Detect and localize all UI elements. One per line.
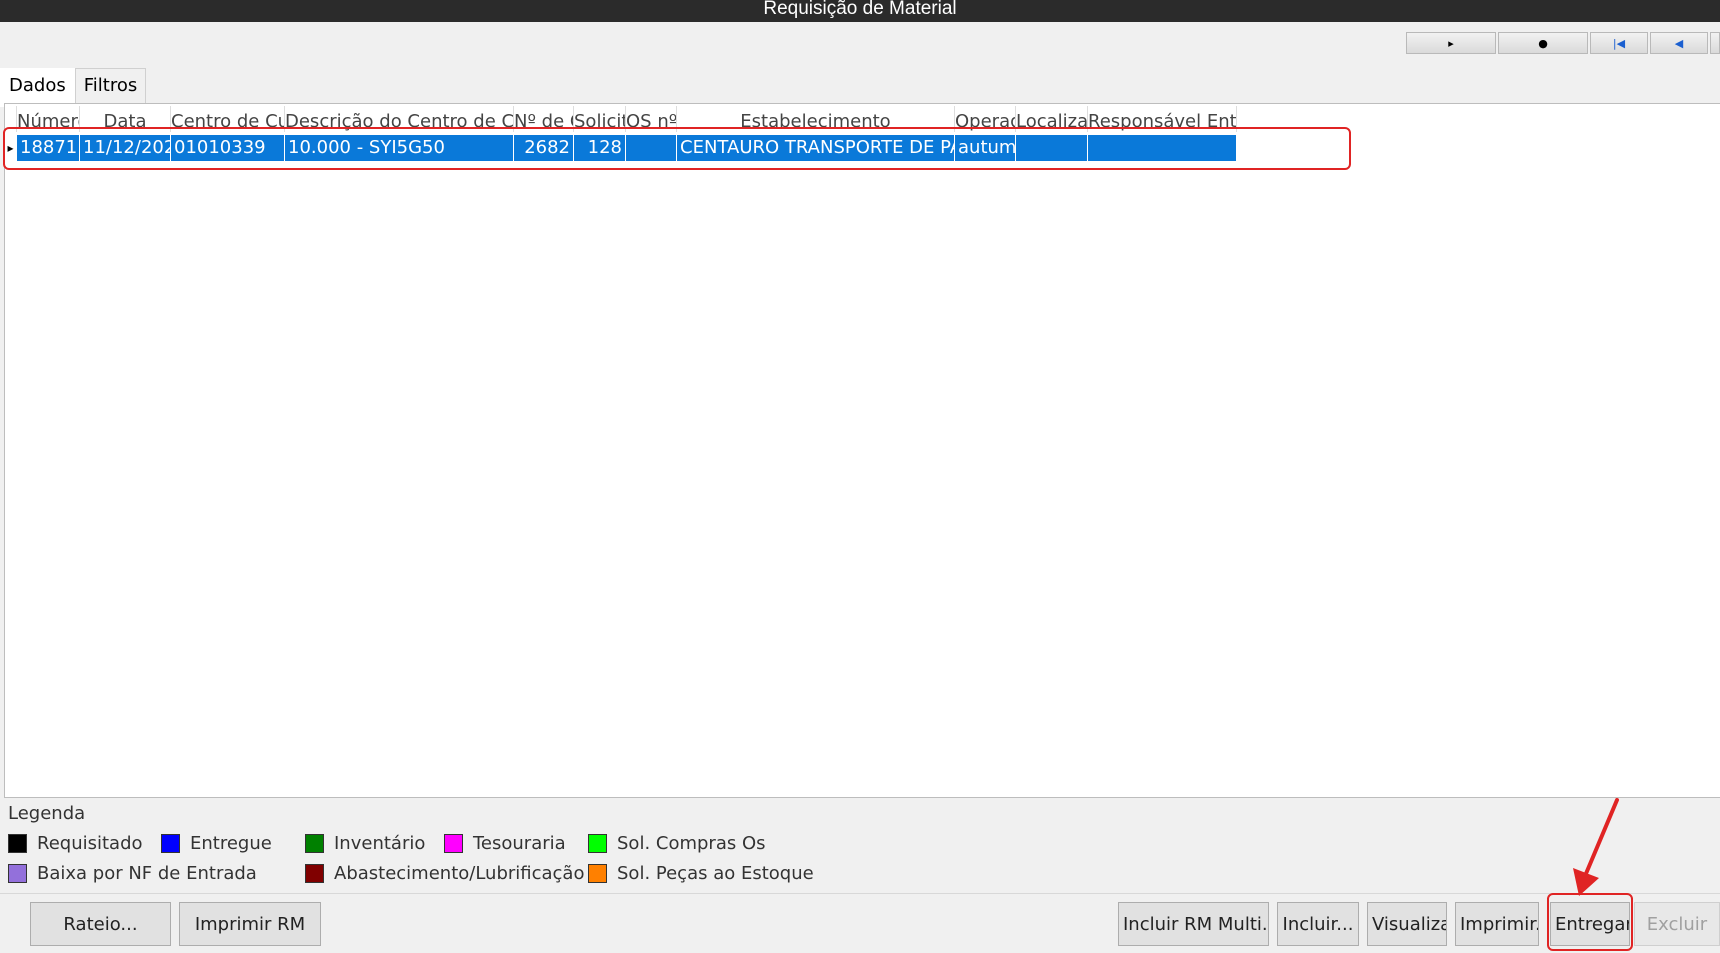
cell-numero[interactable]: 18871 bbox=[17, 135, 80, 161]
first-record-icon: |◀ bbox=[1612, 36, 1626, 50]
data-grid[interactable]: Número Data Centro de Custo Descrição do… bbox=[4, 103, 1720, 798]
cell-localizacao[interactable] bbox=[1016, 135, 1088, 161]
header-numero[interactable]: Número bbox=[17, 106, 80, 132]
legend-item-sol-compras: Sol. Compras Os bbox=[588, 833, 766, 854]
header-estabelecimento[interactable]: Estabelecimento bbox=[677, 106, 955, 132]
incluir-button[interactable]: Incluir... bbox=[1277, 902, 1359, 946]
cell-descricao[interactable]: 10.000 - SYI5G50 bbox=[285, 135, 514, 161]
cell-data[interactable]: 11/12/2024 bbox=[80, 135, 171, 161]
record-icon: ● bbox=[1538, 36, 1548, 50]
legend-label: Abastecimento/Lubrificação bbox=[334, 863, 585, 884]
legend-swatch bbox=[305, 834, 324, 853]
legend-label: Inventário bbox=[334, 833, 426, 854]
cell-os[interactable] bbox=[626, 135, 677, 161]
tab-dados[interactable]: Dados bbox=[0, 68, 75, 107]
legend-item-abastecimento: Abastecimento/Lubrificação bbox=[305, 863, 584, 884]
play-next-icon: ▸ bbox=[1448, 36, 1454, 50]
cell-estabelecimento[interactable]: CENTAURO TRANSPORTE DE PASSAGEIROS bbox=[677, 135, 955, 161]
tab-strip: Dados Filtros bbox=[0, 68, 147, 107]
rateio-button[interactable]: Rateio... bbox=[30, 902, 171, 946]
row-indicator-icon: ▸ bbox=[5, 135, 17, 161]
cell-operador[interactable]: autumn bbox=[955, 135, 1016, 161]
imprimir-rm-button[interactable]: Imprimir RM bbox=[179, 902, 321, 946]
incluir-rm-multi-button[interactable]: Incluir RM Multi... bbox=[1118, 902, 1269, 946]
nav-first-button[interactable]: |◀ bbox=[1590, 32, 1648, 54]
legend-item-entregue: Entregue bbox=[161, 833, 272, 854]
tab-filtros[interactable]: Filtros bbox=[74, 68, 147, 103]
nav-more-button[interactable] bbox=[1710, 32, 1720, 54]
header-solicitante[interactable]: Solicitante bbox=[574, 106, 626, 132]
legend-swatch bbox=[8, 834, 27, 853]
table-row[interactable]: ▸ 18871 11/12/2024 01010339 10.000 - SYI… bbox=[5, 135, 1237, 161]
header-responsavel[interactable]: Responsável Entrega bbox=[1088, 106, 1237, 132]
legend-item-sol-pecas: Sol. Peças ao Estoque bbox=[588, 863, 814, 884]
header-data[interactable]: Data bbox=[80, 106, 171, 132]
legend-swatch bbox=[305, 864, 324, 883]
cell-centro-custo[interactable]: 01010339 bbox=[171, 135, 285, 161]
header-localizacao[interactable]: Localização bbox=[1016, 106, 1088, 132]
header-ordem[interactable]: Nº de Ordem bbox=[514, 106, 574, 132]
legend-swatch bbox=[161, 834, 180, 853]
cell-solicitante[interactable]: 128 bbox=[574, 135, 626, 161]
cell-responsavel[interactable] bbox=[1088, 135, 1237, 161]
nav-next-button[interactable]: ▸ bbox=[1406, 32, 1496, 54]
nav-record-button[interactable]: ● bbox=[1498, 32, 1588, 54]
legend-item-baixa-nf: Baixa por NF de Entrada bbox=[8, 863, 257, 884]
legend-label: Baixa por NF de Entrada bbox=[37, 863, 257, 884]
legend-label: Sol. Compras Os bbox=[617, 833, 766, 854]
header-os[interactable]: OS nº ↑ bbox=[626, 106, 677, 132]
visualizar-button[interactable]: Visualizar bbox=[1367, 902, 1447, 946]
legend-label: Sol. Peças ao Estoque bbox=[617, 863, 814, 884]
header-indicator bbox=[5, 106, 17, 132]
legend-swatch bbox=[588, 834, 607, 853]
header-operador[interactable]: Operador bbox=[955, 106, 1016, 132]
legend-title: Legenda bbox=[8, 803, 86, 824]
prev-icon: ◀ bbox=[1674, 36, 1684, 50]
legend-label: Requisitado bbox=[37, 833, 143, 854]
legend-label: Entregue bbox=[190, 833, 272, 854]
legend-swatch bbox=[444, 834, 463, 853]
legend-item-tesouraria: Tesouraria bbox=[444, 833, 566, 854]
entregar-button[interactable]: Entregar bbox=[1550, 902, 1630, 946]
imprimir-button[interactable]: Imprimir... bbox=[1455, 902, 1539, 946]
legend-item-inventario: Inventário bbox=[305, 833, 425, 854]
legend-label: Tesouraria bbox=[473, 833, 566, 854]
header-descricao[interactable]: Descrição do Centro de Custos bbox=[285, 106, 514, 132]
legend-item-requisitado: Requisitado bbox=[8, 833, 143, 854]
window-title: Requisição de Material bbox=[0, 0, 1720, 22]
header-centro-custo[interactable]: Centro de Custo bbox=[171, 106, 285, 132]
annotation-arrow-icon bbox=[1573, 798, 1619, 896]
record-navigator: ▸ ● |◀ ◀ bbox=[1406, 32, 1720, 56]
legend-swatch bbox=[8, 864, 27, 883]
footer-divider bbox=[0, 893, 1720, 894]
legend-swatch bbox=[588, 864, 607, 883]
excluir-button: Excluir bbox=[1634, 902, 1720, 946]
grid-header: Número Data Centro de Custo Descrição do… bbox=[5, 106, 1237, 132]
nav-prev-button[interactable]: ◀ bbox=[1650, 32, 1708, 54]
cell-ordem[interactable]: 2682 bbox=[514, 135, 574, 161]
